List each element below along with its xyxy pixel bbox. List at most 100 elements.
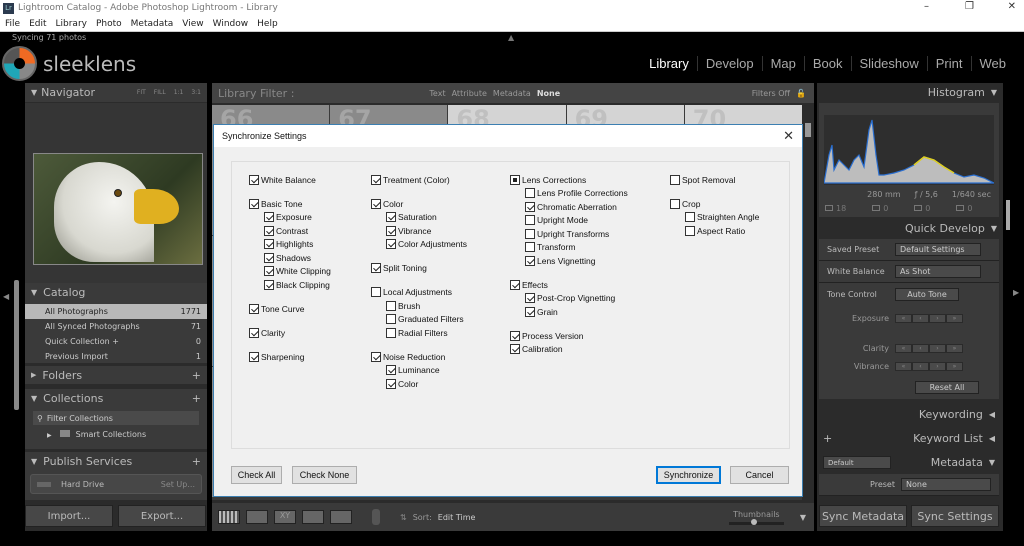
checkbox-box[interactable] <box>510 344 520 355</box>
module-book[interactable]: Book <box>803 56 851 71</box>
menu-photo[interactable]: Photo <box>96 19 122 29</box>
thumbnail-size-slider[interactable] <box>728 518 784 525</box>
add-collection-icon[interactable]: + <box>192 392 201 405</box>
filter-tab-metadata[interactable]: Metadata <box>493 89 531 98</box>
navigator-zoom-3-1[interactable]: 3:1 <box>191 89 201 96</box>
menu-window[interactable]: Window <box>213 19 249 29</box>
large-decrease-icon[interactable]: « <box>895 313 912 323</box>
navigator-header[interactable]: ▼ Navigator FIT FILL 1:1 3:1 <box>25 83 207 102</box>
sync-metadata-button[interactable]: Sync Metadata <box>819 505 907 527</box>
right-scrollbar[interactable] <box>1006 200 1010 230</box>
checkbox-box[interactable] <box>525 293 535 304</box>
collapse-right-icon[interactable]: ▶ <box>1013 288 1019 297</box>
keywording-header[interactable]: Keywording ◀ <box>817 405 1003 423</box>
decrease-icon[interactable]: ‹ <box>912 361 929 371</box>
checkbox-box[interactable] <box>525 255 535 266</box>
catalog-item[interactable]: Previous Import 1 <box>25 349 207 364</box>
module-library[interactable]: Library <box>641 56 697 71</box>
import-button[interactable]: Import... <box>25 505 113 527</box>
checkbox-box[interactable] <box>685 225 695 236</box>
checkbox-lens-profile-corrections[interactable]: Lens Profile Corrections <box>510 187 628 201</box>
checkbox-box[interactable] <box>525 215 535 226</box>
checkbox-post-crop-vignetting[interactable]: Post-Crop Vignetting <box>510 292 628 306</box>
loupe-view-icon[interactable] <box>246 510 268 524</box>
publish-header[interactable]: ▼ Publish Services + <box>25 452 207 470</box>
checkbox-box[interactable] <box>525 242 535 253</box>
minimize-icon[interactable]: – <box>924 1 929 12</box>
checkbox-box[interactable] <box>685 212 695 223</box>
filter-tab-none[interactable]: None <box>537 89 560 98</box>
checkbox-box[interactable] <box>386 212 396 223</box>
large-decrease-icon[interactable]: « <box>895 361 912 371</box>
checkbox-contrast[interactable]: Contrast <box>249 224 331 238</box>
collections-header[interactable]: ▼ Collections + <box>25 389 207 407</box>
checkbox-box[interactable] <box>510 330 520 341</box>
metadata-view-dropdown[interactable]: Default <box>823 455 891 469</box>
checkbox-white-balance[interactable]: White Balance <box>249 173 331 187</box>
checkbox-box[interactable] <box>249 174 259 185</box>
checkbox-box[interactable] <box>525 228 535 239</box>
checkbox-upright-mode[interactable]: Upright Mode <box>510 214 628 228</box>
checkbox-box[interactable] <box>386 225 396 236</box>
catalog-item[interactable]: All Photographs 1771 <box>25 304 207 319</box>
collapse-top-icon[interactable]: ▲ <box>508 33 514 42</box>
checkbox-treatment-color[interactable]: Treatment (Color) <box>371 173 467 187</box>
folders-header[interactable]: ▶ Folders + <box>25 366 207 384</box>
menu-metadata[interactable]: Metadata <box>131 19 174 29</box>
filter-collections-input[interactable]: ⚲ Filter Collections <box>33 411 199 425</box>
checkbox-box[interactable] <box>249 351 259 362</box>
filters-off-dropdown[interactable]: Filters Off <box>752 89 790 98</box>
checkbox-box[interactable] <box>510 279 520 290</box>
checkbox-straighten-angle[interactable]: Straighten Angle <box>670 211 759 225</box>
checkbox-box[interactable] <box>386 239 396 250</box>
checkbox-box[interactable] <box>249 198 259 209</box>
checkbox-noise-reduction[interactable]: Noise Reduction <box>371 350 467 364</box>
collapse-left-icon[interactable]: ◀ <box>3 292 9 301</box>
maximize-icon[interactable]: ❐ <box>965 1 974 12</box>
checkbox-effects[interactable]: Effects <box>510 278 628 292</box>
toolbar-menu-icon[interactable]: ▼ <box>800 513 806 522</box>
module-develop[interactable]: Develop <box>696 56 762 71</box>
checkbox-box[interactable] <box>371 263 381 274</box>
checkbox-graduated-filters[interactable]: Graduated Filters <box>371 313 467 327</box>
cancel-button[interactable]: Cancel <box>730 466 789 484</box>
grid-view-icon[interactable] <box>218 510 240 524</box>
checkbox-box[interactable] <box>510 174 520 185</box>
checkbox-brush[interactable]: Brush <box>371 299 467 313</box>
checkbox-vibrance[interactable]: Vibrance <box>371 224 467 238</box>
checkbox-tone-curve[interactable]: Tone Curve <box>249 302 331 316</box>
checkbox-box[interactable] <box>264 239 274 250</box>
add-publish-icon[interactable]: + <box>192 455 201 468</box>
checkbox-box[interactable] <box>371 198 381 209</box>
compare-view-icon[interactable]: XY <box>274 510 296 524</box>
close-window-icon[interactable]: ✕ <box>1008 1 1016 12</box>
checkbox-upright-transforms[interactable]: Upright Transforms <box>510 227 628 241</box>
add-folder-icon[interactable]: + <box>192 369 201 382</box>
navigator-zoom-1-1[interactable]: 1:1 <box>174 89 184 96</box>
checkbox-calibration[interactable]: Calibration <box>510 343 628 357</box>
checkbox-box[interactable] <box>264 279 274 290</box>
large-increase-icon[interactable]: » <box>946 313 963 323</box>
checkbox-color[interactable]: Color <box>371 197 467 211</box>
checkbox-aspect-ratio[interactable]: Aspect Ratio <box>670 224 759 238</box>
checkbox-box[interactable] <box>264 212 274 223</box>
add-keyword-icon[interactable]: + <box>823 432 832 445</box>
module-map[interactable]: Map <box>761 56 804 71</box>
checkbox-box[interactable] <box>386 300 396 311</box>
checkbox-box[interactable] <box>264 225 274 236</box>
checkbox-box[interactable] <box>525 201 535 212</box>
survey-view-icon[interactable] <box>302 510 324 524</box>
checkbox-box[interactable] <box>386 378 396 389</box>
checkbox-sharpening[interactable]: Sharpening <box>249 350 331 364</box>
lock-icon[interactable]: 🔓 <box>796 89 806 98</box>
checkbox-box[interactable] <box>371 287 381 298</box>
reset-all-button[interactable]: Reset All <box>915 381 979 394</box>
checkbox-box[interactable] <box>264 252 274 263</box>
increase-icon[interactable]: › <box>929 361 946 371</box>
module-slideshow[interactable]: Slideshow <box>850 56 927 71</box>
checkbox-box[interactable] <box>670 198 680 209</box>
synchronize-button[interactable]: Synchronize <box>656 466 721 484</box>
checkbox-basic-tone[interactable]: Basic Tone <box>249 197 331 211</box>
navigator-zoom-fit[interactable]: FIT <box>137 89 146 96</box>
checkbox-box[interactable] <box>670 174 680 185</box>
